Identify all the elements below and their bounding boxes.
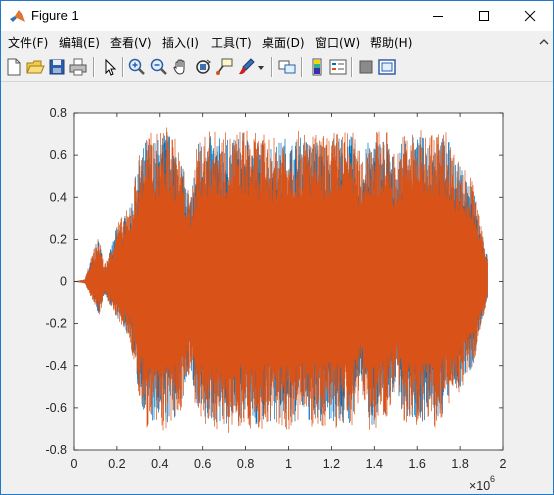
menu-window[interactable]: 窗口(W) xyxy=(315,34,360,51)
insert-legend-icon[interactable] xyxy=(328,57,348,77)
x-tick-label: 0.6 xyxy=(194,457,211,471)
window-title: Figure 1 xyxy=(31,8,79,23)
x-tick-label: 1 xyxy=(285,457,292,471)
x-tick-label: 0.2 xyxy=(108,457,125,471)
x-tick-labels: 0 0.2 0.4 0.6 0.8 1 1.2 1.4 1.6 1.8 2 xyxy=(71,457,507,471)
pointer-icon[interactable] xyxy=(100,57,120,77)
insert-colorbar-icon[interactable] xyxy=(307,57,327,77)
menu-help[interactable]: 帮助(H) xyxy=(370,34,412,51)
save-icon[interactable] xyxy=(47,57,67,77)
data-cursor-icon[interactable] xyxy=(214,57,234,77)
y-tick-label: 0.4 xyxy=(50,190,67,204)
figure-toolbar xyxy=(1,53,553,82)
title-bar[interactable]: Figure 1 xyxy=(1,1,553,31)
x-tick-label: 1.2 xyxy=(323,457,340,471)
figure-canvas[interactable]: 0 0.2 0.4 0.6 0.8 1 1.2 1.4 1.6 1.8 2 0.8 0.6 0.4 0.2… xyxy=(1,82,553,494)
menu-desktop[interactable]: 桌面(D) xyxy=(262,34,305,51)
menu-file[interactable]: 文件(F) xyxy=(8,34,48,51)
brush-dropdown-icon[interactable] xyxy=(256,57,266,77)
dock-arrow-icon[interactable] xyxy=(538,36,550,48)
hide-plot-tools-icon[interactable] xyxy=(356,57,376,77)
close-button[interactable] xyxy=(507,1,553,31)
menu-insert[interactable]: 插入(I) xyxy=(162,34,199,51)
zoom-out-icon[interactable] xyxy=(149,57,169,77)
toolbar-separator xyxy=(93,57,95,77)
matlab-logo-icon xyxy=(10,10,25,22)
x-exponent-power: 6 xyxy=(490,474,495,484)
minimize-button[interactable] xyxy=(415,1,461,31)
toolbar-separator xyxy=(271,57,273,77)
new-figure-icon[interactable] xyxy=(4,57,24,77)
y-tick-label: 0.8 xyxy=(50,106,67,120)
plot-axes[interactable]: 0 0.2 0.4 0.6 0.8 1 1.2 1.4 1.6 1.8 2 0.8 0.6 0.4 0.2… xyxy=(1,82,553,494)
y-tick-label: 0.2 xyxy=(50,232,67,246)
x-tick-label: 0.8 xyxy=(237,457,254,471)
toolbar-separator xyxy=(351,57,353,77)
toolbar-separator xyxy=(301,57,303,77)
close-icon xyxy=(524,10,536,22)
link-plot-icon[interactable] xyxy=(277,57,297,77)
y-tick-label: 0 xyxy=(60,275,67,289)
toolbar-separator xyxy=(122,57,124,77)
x-tick-label: 2 xyxy=(500,457,507,471)
x-tick-label: 1.4 xyxy=(366,457,383,471)
x-tick-label: 0 xyxy=(71,457,78,471)
x-exponent-base: ×10 xyxy=(469,479,490,493)
x-tick-label: 0.4 xyxy=(151,457,168,471)
print-icon[interactable] xyxy=(68,57,88,77)
menu-view[interactable]: 查看(V) xyxy=(110,34,152,51)
y-tick-label: -0.4 xyxy=(45,359,67,373)
pan-hand-icon[interactable] xyxy=(171,57,191,77)
rotate-3d-icon[interactable] xyxy=(193,57,213,77)
maximize-button[interactable] xyxy=(461,1,507,31)
open-file-icon[interactable] xyxy=(25,57,45,77)
menu-edit[interactable]: 编辑(E) xyxy=(59,34,100,51)
menu-bar: 文件(F) 编辑(E) 查看(V) 插入(I) 工具(T) 桌面(D) 窗口(W… xyxy=(1,31,553,53)
brush-icon[interactable] xyxy=(236,57,256,77)
y-tick-label: -0.2 xyxy=(45,317,67,331)
zoom-in-icon[interactable] xyxy=(127,57,147,77)
x-tick-label: 1.8 xyxy=(451,457,468,471)
figure-window: Figure 1 文件(F) 编辑(E) 查看(V) 插入(I) 工具(T) 桌… xyxy=(0,0,554,495)
x-tick-label: 1.6 xyxy=(409,457,426,471)
y-tick-label: -0.6 xyxy=(45,401,67,415)
y-tick-label: -0.8 xyxy=(45,443,67,457)
show-plot-tools-icon[interactable] xyxy=(377,57,397,77)
maximize-icon xyxy=(479,11,489,21)
y-tick-labels: 0.8 0.6 0.4 0.2 0 -0.2 -0.4 -0.6 -0.8 xyxy=(45,106,67,457)
menu-tools[interactable]: 工具(T) xyxy=(211,34,252,51)
y-tick-label: 0.6 xyxy=(50,148,67,162)
minimize-icon xyxy=(433,16,443,17)
